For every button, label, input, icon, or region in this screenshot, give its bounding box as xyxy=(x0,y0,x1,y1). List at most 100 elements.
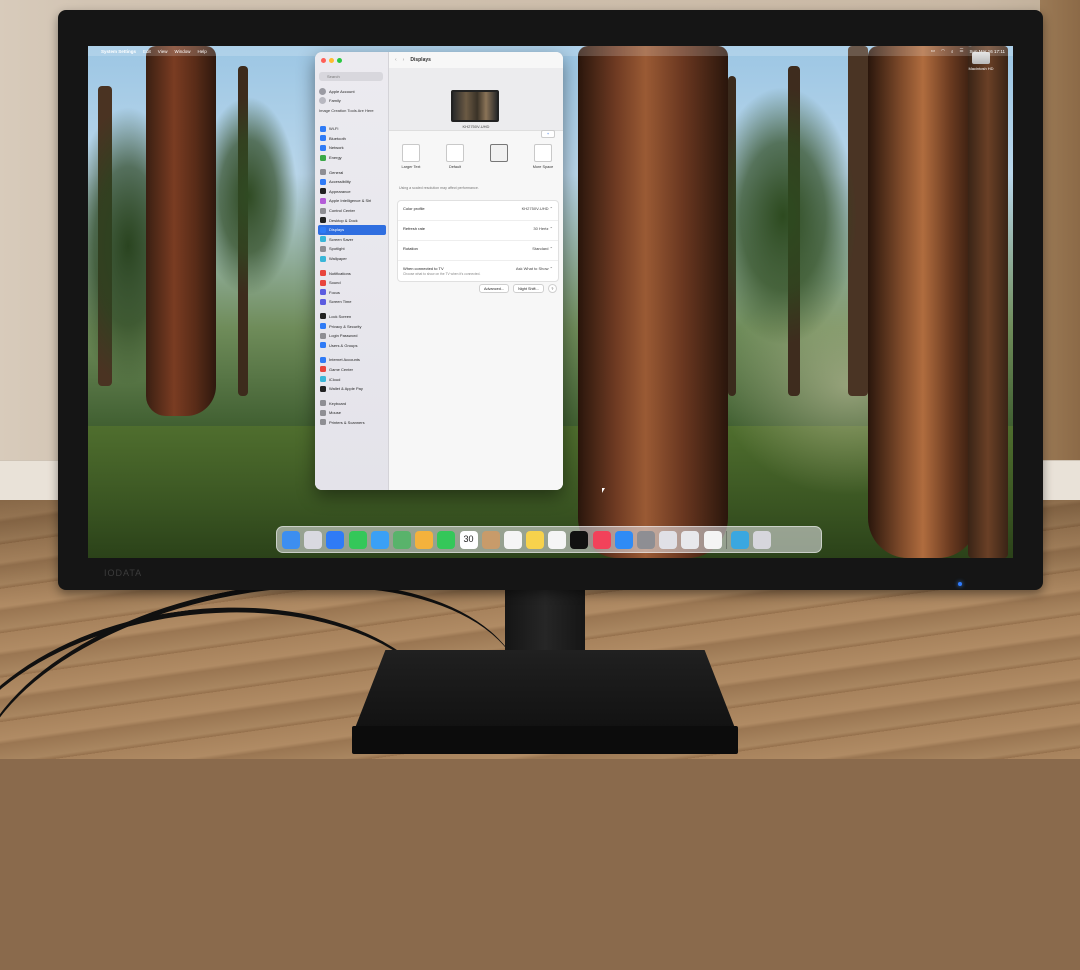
zoom-button[interactable] xyxy=(337,58,342,63)
maps-icon[interactable] xyxy=(392,530,411,549)
monitor-brand: IODATA xyxy=(104,568,143,578)
home-icon[interactable] xyxy=(703,530,722,549)
sidebar-item-displays[interactable]: Displays xyxy=(318,224,386,235)
safari-icon[interactable] xyxy=(326,530,345,549)
app-store-icon[interactable] xyxy=(614,530,633,549)
messages-icon[interactable] xyxy=(348,530,367,549)
sidebar-item-screen-saver[interactable]: Screen Saver xyxy=(318,235,386,245)
sidebar-item-label: Login Password xyxy=(329,333,358,339)
trash-icon[interactable] xyxy=(753,530,772,549)
sidebar-item-keyboard[interactable]: Keyboard xyxy=(318,398,386,408)
reminders-icon[interactable] xyxy=(503,530,522,549)
contacts-icon[interactable] xyxy=(481,530,500,549)
desktop-drive[interactable]: Macintosh HD xyxy=(968,52,994,74)
sidebar-item-printers-scanners[interactable]: Printers & Scanners xyxy=(318,418,386,428)
freeform-icon[interactable] xyxy=(548,530,567,549)
sidebar-item-apple-intelligence-siri[interactable]: Apple Intelligence & Siri xyxy=(318,196,386,206)
forward-chevron-icon[interactable]: › xyxy=(403,57,405,63)
sidebar-item-sound[interactable]: Sound xyxy=(318,278,386,288)
sidebar-item-internet-accounts[interactable]: Internet Accounts xyxy=(318,355,386,365)
menu-help[interactable]: Help xyxy=(197,49,206,54)
resolution-more-space[interactable]: More Space xyxy=(531,144,555,169)
downloads-icon[interactable] xyxy=(730,530,749,549)
help-button[interactable]: ? xyxy=(547,284,557,293)
sidebar-item-users-groups[interactable]: Users & Groups xyxy=(318,340,386,350)
notes-icon[interactable] xyxy=(526,530,545,549)
setting-label: Rotation xyxy=(403,246,418,251)
resolution-options: Larger Text Default More Space xyxy=(399,144,555,169)
color-profile-select[interactable]: KH2750V-UHD ⌃ xyxy=(522,206,553,211)
screen-time-icon xyxy=(320,298,326,305)
mail-icon[interactable] xyxy=(370,530,389,549)
apple-account-row[interactable]: Apple Account xyxy=(319,87,385,96)
menu-edit[interactable]: Edit xyxy=(143,49,151,54)
sidebar-item-label: Displays xyxy=(329,227,345,233)
close-button[interactable] xyxy=(321,58,326,63)
music-icon[interactable] xyxy=(592,530,611,549)
preview-icon[interactable] xyxy=(681,530,700,549)
night-shift-button[interactable]: Night Shift... xyxy=(513,284,544,293)
menu-window[interactable]: Window xyxy=(174,49,190,54)
display-thumbnail[interactable] xyxy=(451,90,499,122)
search-icon[interactable]: ⌕ xyxy=(951,49,954,54)
menu-view[interactable]: View xyxy=(158,49,168,54)
refresh-rate-select[interactable]: 30 Hertz ⌃ xyxy=(533,226,553,231)
finder-icon[interactable] xyxy=(282,530,300,549)
tv-connection-select[interactable]: Ask What to Show ⌃ xyxy=(516,266,553,271)
system-settings-icon[interactable] xyxy=(637,530,655,549)
iphone-mirroring-icon[interactable] xyxy=(659,530,678,549)
sidebar-item-general[interactable]: General xyxy=(318,167,386,177)
stand-base xyxy=(355,650,735,728)
launchpad-icon[interactable] xyxy=(304,530,323,549)
add-display-button[interactable]: + xyxy=(541,130,555,138)
sidebar-item-desktop-dock[interactable]: Desktop & Dock xyxy=(318,215,386,225)
sidebar-item-icloud[interactable]: iCloud xyxy=(318,374,386,384)
sidebar-item-mouse[interactable]: Mouse xyxy=(318,408,386,418)
display-name: KH2750V-UHD xyxy=(462,124,490,129)
search-input[interactable]: Search xyxy=(319,72,383,81)
sidebar-item-network[interactable]: Network xyxy=(318,143,386,153)
family-row[interactable]: Family xyxy=(319,96,385,105)
rotation-select[interactable]: Standard ⌃ xyxy=(532,246,553,251)
sidebar-item-appearance[interactable]: Appearance xyxy=(318,187,386,197)
sidebar-item-wallpaper[interactable]: Wallpaper xyxy=(318,254,386,264)
wallpaper-icon xyxy=(320,255,326,262)
icloud-icon xyxy=(320,376,326,383)
sidebar-item-login-password[interactable]: Login Password xyxy=(318,331,386,341)
setting-label: When connected to TV xyxy=(403,266,444,271)
sidebar-item-label: Users & Groups xyxy=(329,342,358,348)
sidebar-item-energy[interactable]: Energy xyxy=(318,153,386,163)
resolution-selected[interactable] xyxy=(487,144,511,169)
photos-icon[interactable] xyxy=(415,530,434,549)
resolution-default[interactable]: Default xyxy=(443,144,467,169)
sidebar-item-wi-fi[interactable]: Wi-Fi xyxy=(318,124,386,134)
calendar-icon[interactable]: 30 xyxy=(459,530,478,549)
facetime-icon[interactable] xyxy=(437,530,456,549)
sidebar-item-focus[interactable]: Focus xyxy=(318,288,386,298)
sidebar-item-label: Mouse xyxy=(329,410,342,416)
sidebar-item-control-center[interactable]: Control Center xyxy=(318,206,386,216)
sidebar-item-notifications[interactable]: Notifications xyxy=(318,268,386,278)
sidebar-item-game-center[interactable]: Game Center xyxy=(318,365,386,375)
tv-icon[interactable] xyxy=(570,530,589,549)
wifi-icon[interactable]: ◠ xyxy=(941,48,945,54)
battery-icon[interactable]: ▭ xyxy=(931,48,935,54)
sidebar-item-spotlight[interactable]: Spotlight xyxy=(318,244,386,254)
advanced-button[interactable]: Advanced... xyxy=(479,284,510,293)
displays-pane: ‹ › Displays KH2750V-UHD + Larger Text D… xyxy=(389,52,563,490)
resolution-larger-text[interactable]: Larger Text xyxy=(399,144,423,169)
promo-text[interactable]: Image Creation Tools Are Here xyxy=(319,108,385,113)
control-center-icon[interactable]: ☰ xyxy=(960,48,964,54)
sidebar-item-bluetooth[interactable]: Bluetooth xyxy=(318,134,386,144)
sidebar-item-accessibility[interactable]: Accessibility xyxy=(318,177,386,187)
minimize-button[interactable] xyxy=(329,58,334,63)
menu-app-name[interactable]: System Settings xyxy=(101,49,136,54)
sidebar-item-privacy-security[interactable]: Privacy & Security xyxy=(318,321,386,331)
back-chevron-icon[interactable]: ‹ xyxy=(395,57,397,63)
sidebar-item-screen-time[interactable]: Screen Time xyxy=(318,297,386,307)
sidebar-item-wallet-apple-pay[interactable]: Wallet & Apple Pay xyxy=(318,384,386,394)
resolution-label: Larger Text xyxy=(401,165,421,169)
sidebar-item-lock-screen[interactable]: Lock Screen xyxy=(318,312,386,322)
sound-icon xyxy=(320,279,326,286)
printers-scanners-icon xyxy=(320,419,326,426)
